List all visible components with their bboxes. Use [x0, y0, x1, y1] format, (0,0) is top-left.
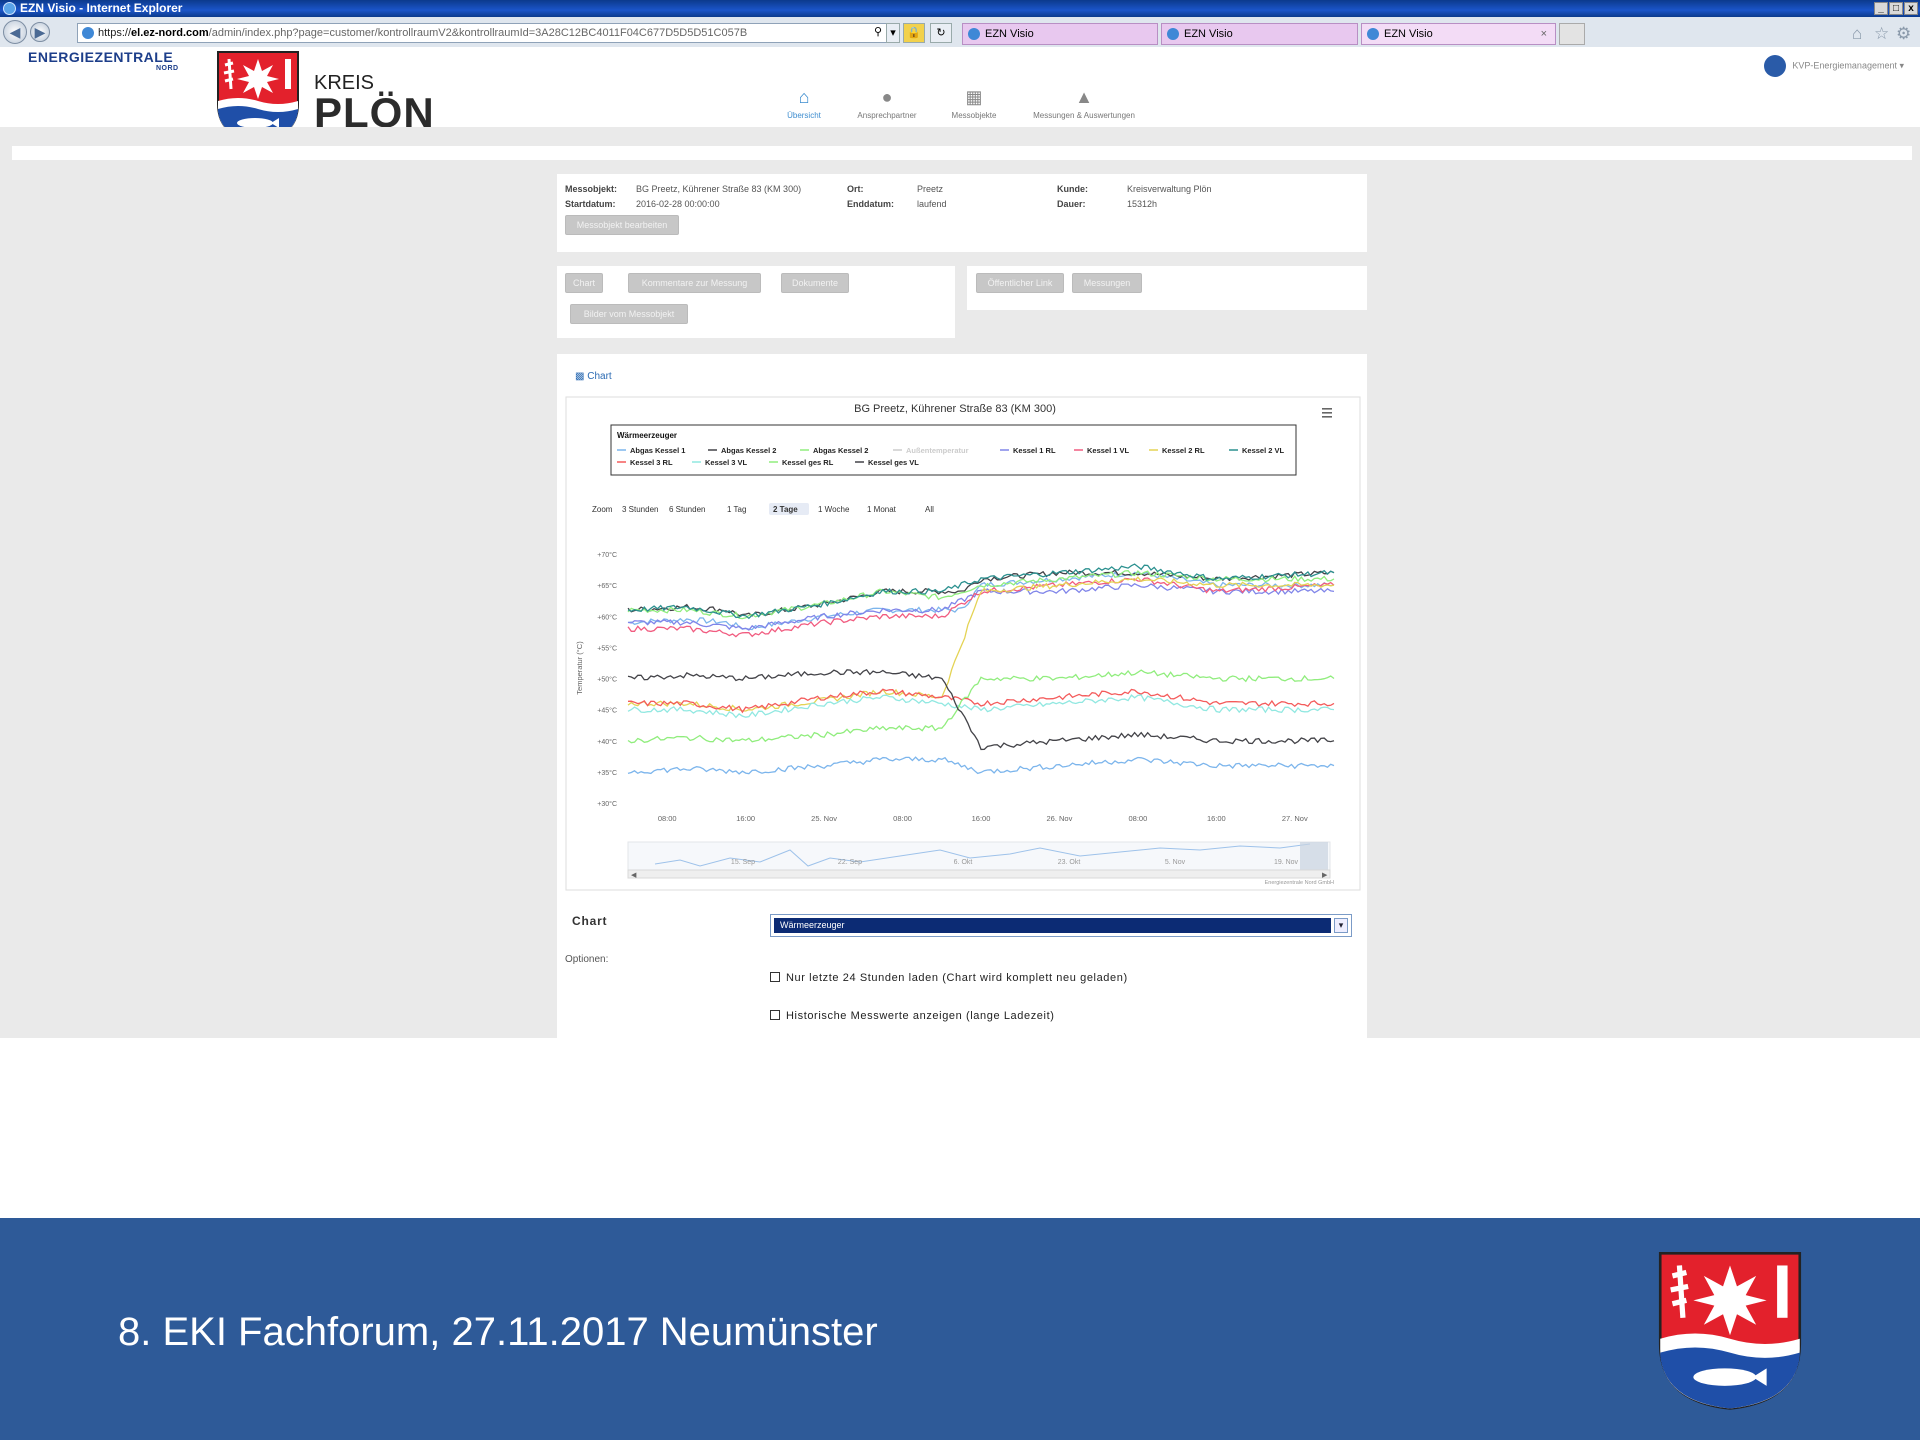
ie-tab-icon: [1167, 28, 1179, 40]
optionen-label: Optionen:: [565, 954, 609, 965]
browser-toolbar: ◀ ▶ https://el.ez-nord.com/admin/index.p…: [0, 17, 1920, 48]
close-window-button[interactable]: x: [1904, 2, 1918, 15]
ie-app-icon: [3, 2, 16, 15]
url-scheme: https://: [98, 27, 132, 39]
chart-type-select[interactable]: Wärmeerzeuger ▾: [770, 914, 1352, 937]
maximize-button[interactable]: □: [1889, 2, 1903, 15]
close-tab-icon[interactable]: ×: [1541, 24, 1547, 44]
actions-panel-left: Chart Kommentare zur Messung Dokumente B…: [557, 266, 955, 338]
messobjekt-value: BG Preetz, Kührener Straße 83 (KM 300): [636, 184, 802, 194]
settings-gear-icon[interactable]: ⚙: [1896, 24, 1911, 44]
avatar: [1764, 55, 1787, 77]
window-title: EZN Visio - Internet Explorer: [20, 1, 183, 15]
messobjekt-label: Messobjekt:: [565, 184, 618, 194]
search-icon[interactable]: ⚲: [870, 23, 886, 43]
dropdown-arrow-icon[interactable]: ▾: [886, 23, 900, 43]
ie-page-icon: [82, 27, 94, 39]
nav-uebersicht[interactable]: ⌂ Übersicht: [786, 87, 822, 120]
messobjekt-bearbeiten-button[interactable]: Messobjekt bearbeiten: [565, 215, 679, 235]
chevron-down-icon[interactable]: ▾: [1334, 918, 1348, 933]
messungen-button[interactable]: Messungen: [1072, 273, 1142, 293]
ie-tab-icon: [1367, 28, 1379, 40]
window-title-bar: EZN Visio - Internet Explorer _ □ x: [0, 0, 1920, 17]
nav-label: Übersicht: [787, 111, 821, 120]
lock-icon[interactable]: 🔒: [903, 23, 925, 43]
back-arrow-icon[interactable]: ◀: [3, 20, 27, 44]
tab-label: EZN Visio: [1384, 28, 1433, 40]
new-tab-button[interactable]: [1559, 23, 1585, 45]
option-historic[interactable]: Historische Messwerte anzeigen (lange La…: [770, 1010, 1055, 1022]
ort-value: Preetz: [917, 184, 944, 194]
kunde-value: Kreisverwaltung Plön: [1127, 184, 1212, 194]
site-header: ENERGIEZENTRALE NORD KREIS PLÖN ⌂ Übersi…: [0, 47, 1920, 143]
logo-sub-text: NORD: [156, 65, 179, 72]
ezn-logo[interactable]: ENERGIEZENTRALE NORD: [28, 49, 178, 72]
ort-label: Ort:: [847, 184, 864, 194]
url-path: /admin/index.php?page=customer/kontrollr…: [208, 27, 748, 39]
tab-label: EZN Visio: [985, 28, 1034, 40]
nav-messungen-auswertungen[interactable]: ▲ Messungen & Auswertungen: [1028, 87, 1140, 120]
forward-arrow-icon[interactable]: ▶: [30, 22, 50, 42]
browser-tab-1[interactable]: EZN Visio: [962, 23, 1158, 45]
address-bar[interactable]: https://el.ez-nord.com/admin/index.php?p…: [77, 23, 900, 43]
area-chart-icon: ▲: [1075, 87, 1093, 107]
url-host: el.ez-nord.com: [131, 27, 209, 39]
refresh-icon[interactable]: ↻: [930, 23, 952, 43]
favorites-star-icon[interactable]: ☆: [1874, 24, 1889, 44]
footer-text: 8. EKI Fachforum, 27.11.2017 Neumünster: [118, 1310, 878, 1354]
nav-label: Messungen & Auswertungen: [1033, 111, 1135, 120]
option-last-24h-label: Nur letzte 24 Stunden laden (Chart wird …: [786, 972, 1128, 984]
nav-label: Ansprechpartner: [857, 111, 917, 120]
nav-ansprechpartner[interactable]: ● Ansprechpartner: [855, 87, 919, 120]
chart-panel-heading-text: Chart: [587, 371, 612, 382]
home-icon: ⌂: [798, 87, 810, 107]
chart-panel-heading: ▩ Chart: [575, 371, 612, 382]
logo-main-text: ENERGIEZENTRALE: [28, 49, 174, 65]
building-icon: ▦: [965, 87, 983, 107]
nav-messobjekte[interactable]: ▦ Messobjekte: [948, 87, 1000, 120]
oeffentlicher-link-button[interactable]: Öffentlicher Link: [976, 273, 1064, 293]
chart-select-label: Chart: [572, 914, 608, 928]
presentation-footer: 8. EKI Fachforum, 27.11.2017 Neumünster: [0, 1218, 1920, 1440]
browser-tab-2[interactable]: EZN Visio: [1161, 23, 1358, 45]
enddatum-label: Enddatum:: [847, 199, 894, 209]
kommentare-button[interactable]: Kommentare zur Messung: [628, 273, 761, 293]
person-icon: ●: [881, 87, 893, 107]
bilder-button[interactable]: Bilder vom Messobjekt: [570, 304, 688, 324]
bar-chart-icon: ▩: [575, 371, 585, 382]
startdatum-label: Startdatum:: [565, 199, 616, 209]
actions-panel-right: Öffentlicher Link Messungen: [967, 266, 1367, 310]
chart-type-select-value: Wärmeerzeuger: [774, 918, 1331, 933]
option-last-24h[interactable]: Nur letzte 24 Stunden laden (Chart wird …: [770, 972, 1128, 984]
tab-label: EZN Visio: [1184, 28, 1233, 40]
startdatum-value: 2016-02-28 00:00:00: [636, 199, 720, 209]
kunde-label: Kunde:: [1057, 184, 1088, 194]
user-name: KVP-Energiemanagement: [1792, 60, 1897, 71]
option-historic-label: Historische Messwerte anzeigen (lange La…: [786, 1010, 1055, 1022]
messobjekt-info-panel: Messobjekt: BG Preetz, Kührener Straße 8…: [557, 174, 1367, 252]
kreis-ploen-coat-of-arms-footer-icon: [1658, 1251, 1802, 1410]
checkbox-historic[interactable]: [770, 1010, 780, 1020]
minimize-button[interactable]: _: [1874, 2, 1888, 15]
chart-button[interactable]: Chart: [565, 273, 603, 293]
ie-tab-icon: [968, 28, 980, 40]
dauer-value: 15312h: [1127, 199, 1158, 209]
dauer-label: Dauer:: [1057, 199, 1086, 209]
home-icon[interactable]: ⌂: [1852, 24, 1862, 44]
checkbox-last-24h[interactable]: [770, 972, 780, 982]
top-band: [12, 146, 1912, 160]
browser-tab-3-active[interactable]: EZN Visio ×: [1361, 23, 1556, 45]
user-menu[interactable]: KVP-Energiemanagement ▾: [1764, 55, 1904, 77]
nav-label: Messobjekte: [951, 111, 997, 120]
dokumente-button[interactable]: Dokumente: [781, 273, 849, 293]
enddatum-value: laufend: [917, 199, 947, 209]
